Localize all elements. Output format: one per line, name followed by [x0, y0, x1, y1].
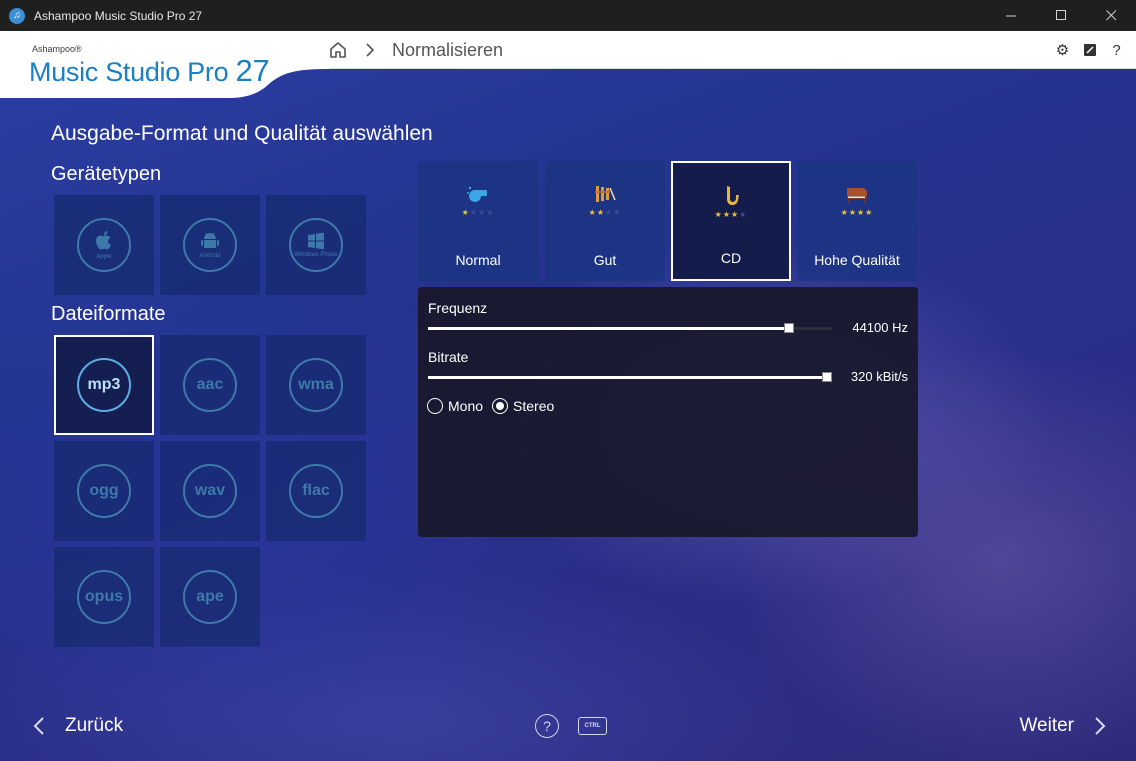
bitrate-slider-fill: [428, 376, 832, 379]
frequency-slider-fill: [428, 327, 790, 330]
feedback-icon[interactable]: [1082, 43, 1097, 58]
frequency-label: Frequenz: [428, 300, 488, 316]
ctrl-label: CTRL: [584, 723, 601, 729]
help-icon[interactable]: ?: [1109, 42, 1124, 59]
device-label: Apple: [96, 253, 112, 260]
rating-stars: ★★★★: [840, 208, 874, 217]
frequency-slider-thumb[interactable]: [784, 323, 794, 333]
next-button[interactable]: Weiter: [1019, 715, 1106, 737]
logo: Ashampoo® Music Studio Pro 27: [0, 31, 330, 98]
format-label: ape: [196, 588, 224, 605]
windows-icon: [308, 232, 324, 249]
whistle-icon: [467, 186, 487, 202]
apple-icon: [96, 230, 111, 249]
format-tile-wma[interactable]: wma: [266, 335, 366, 435]
window-controls: [986, 0, 1136, 31]
format-tile-wav[interactable]: wav: [160, 441, 260, 541]
mono-radio[interactable]: [427, 398, 443, 414]
format-tile-mp3[interactable]: mp3: [54, 335, 154, 435]
minimize-button[interactable]: [986, 0, 1036, 31]
format-label: wav: [194, 482, 226, 499]
frequency-slider-track: [790, 327, 832, 330]
quality-label: Gut: [593, 252, 617, 268]
mono-label[interactable]: Mono: [448, 398, 483, 414]
close-icon: [1105, 10, 1116, 21]
logo-product-name: Music Studio Pro: [29, 57, 229, 87]
next-label: Weiter: [1019, 715, 1074, 736]
bitrate-slider-thumb[interactable]: [822, 372, 832, 382]
minimize-icon: [1005, 15, 1016, 17]
quality-label: CD: [720, 250, 742, 266]
close-button[interactable]: [1086, 0, 1136, 31]
format-label: flac: [302, 482, 330, 499]
channel-options: Mono Stereo: [427, 398, 563, 414]
android-icon: [201, 232, 219, 248]
quality-tile-normal[interactable]: ★★★★ Normal: [418, 161, 538, 281]
grand-piano-icon: [847, 188, 867, 203]
stereo-radio[interactable]: [492, 398, 509, 414]
header-icons: ⚙ ?: [1055, 31, 1124, 69]
help-circle-icon[interactable]: ?: [535, 714, 559, 738]
device-label: Windows Phone: [294, 251, 338, 258]
format-tile-aac[interactable]: aac: [160, 335, 260, 435]
breadcrumb-current: Normalisieren: [392, 39, 504, 60]
device-types-heading: Gerätetypen: [51, 163, 162, 185]
format-tile-ape[interactable]: ape: [160, 547, 260, 647]
quality-tile-gut[interactable]: ★★★★ Gut: [545, 161, 665, 281]
saxophone-icon: [727, 186, 739, 206]
bitrate-label: Bitrate: [428, 349, 469, 365]
chevron-left-icon: [33, 717, 44, 735]
logo-version: 27: [235, 53, 270, 88]
rating-stars: ★★★★: [588, 208, 622, 217]
window-titlebar: ♫ Ashampoo Music Studio Pro 27: [0, 0, 1136, 31]
device-label: Android: [199, 252, 221, 259]
chevron-right-icon: [366, 43, 375, 57]
chevron-right-icon: [1095, 717, 1106, 735]
gear-icon[interactable]: ⚙: [1055, 42, 1070, 59]
device-tile-android[interactable]: Android: [160, 195, 260, 295]
quality-label: Normal: [455, 252, 501, 268]
settings-panel: Frequenz 44100 Hz Bitrate 320 kBit/s Mon…: [418, 287, 918, 537]
format-tile-ogg[interactable]: ogg: [54, 441, 154, 541]
rating-stars: ★★★★: [714, 210, 748, 219]
format-label: aac: [196, 376, 224, 393]
back-button[interactable]: Zurück: [33, 715, 123, 737]
format-label: mp3: [87, 376, 121, 393]
maximize-button[interactable]: [1036, 0, 1086, 31]
breadcrumb: Normalisieren: [328, 31, 503, 69]
quality-tile-cd[interactable]: ★★★★ CD: [671, 161, 791, 281]
home-icon[interactable]: [328, 40, 348, 60]
format-label: opus: [84, 588, 124, 605]
device-tile-apple[interactable]: Apple: [54, 195, 154, 295]
xylophone-icon: [595, 186, 616, 202]
format-label: ogg: [89, 482, 119, 499]
device-tile-windows-phone[interactable]: Windows Phone: [266, 195, 366, 295]
back-label: Zurück: [65, 715, 124, 736]
format-label: wma: [298, 376, 334, 393]
format-tile-flac[interactable]: flac: [266, 441, 366, 541]
file-formats-heading: Dateiformate: [51, 303, 166, 325]
window-title: Ashampoo Music Studio Pro 27: [34, 8, 203, 23]
rating-stars: ★★★★: [461, 208, 495, 217]
quality-label: Hohe Qualität: [814, 252, 900, 268]
stereo-label[interactable]: Stereo: [513, 398, 554, 414]
bitrate-value: 320 kBit/s: [850, 369, 908, 384]
format-tile-opus[interactable]: opus: [54, 547, 154, 647]
app-icon: ♫: [9, 7, 25, 24]
quality-tile-hohe-qualitaet[interactable]: ★★★★ Hohe Qualität: [797, 161, 917, 281]
page-title: Ausgabe-Format und Qualität auswählen: [51, 122, 433, 145]
maximize-icon: [1055, 10, 1066, 20]
frequency-value: 44100 Hz: [852, 320, 908, 335]
logo-product: Music Studio Pro 27: [29, 53, 270, 89]
ctrl-key-icon[interactable]: CTRL: [578, 717, 607, 735]
